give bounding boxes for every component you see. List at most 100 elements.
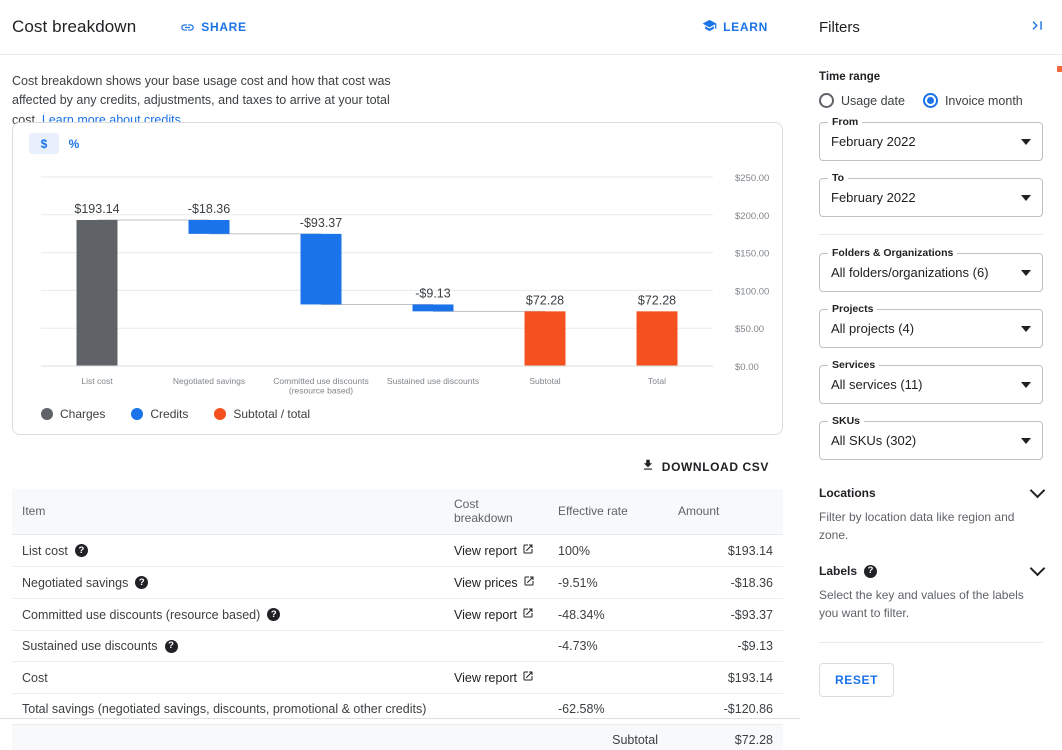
cell-item: Negotiated savings? <box>12 566 444 599</box>
filters-body: Time range Usage date Invoice month From… <box>800 55 1062 622</box>
cell-row-label: Subtotal <box>548 724 668 750</box>
bar-value-label: -$93.37 <box>300 216 342 230</box>
chart-bar[interactable] <box>76 219 118 366</box>
radio-invoice-month-label: Invoice month <box>944 93 1023 108</box>
radio-invoice-month[interactable]: Invoice month <box>922 93 1023 108</box>
locations-label: Locations <box>819 486 876 500</box>
bar-value-label: $193.14 <box>74 202 119 216</box>
cost-breakdown-page: Cost breakdown SHARE LEARN Cost breakdow… <box>0 0 1062 750</box>
labels-description: Select the key and values of the labels … <box>819 588 1024 620</box>
view-report-link[interactable]: View report <box>454 607 538 622</box>
table-row: Cost View report $193.14 <box>12 661 783 694</box>
radio-usage-date[interactable]: Usage date <box>819 93 905 108</box>
item-label-wrap: Negotiated savings? <box>22 576 434 590</box>
folders-orgs-select[interactable]: Folders & Organizations All folders/orga… <box>819 247 1043 292</box>
folders-orgs-legend: Folders & Organizations <box>828 247 958 259</box>
cell-amount: -$18.36 <box>668 566 783 599</box>
share-button[interactable]: SHARE <box>180 20 247 35</box>
projects-select[interactable]: Projects All projects (4) <box>819 303 1043 348</box>
chart-bar[interactable] <box>188 219 230 234</box>
main-pane: Cost breakdown SHARE LEARN Cost breakdow… <box>0 0 800 750</box>
locations-description: Filter by location data like region and … <box>819 510 1015 542</box>
x-tick-label: Subtotal <box>529 376 560 386</box>
cell-item: Total savings (negotiated savings, disco… <box>12 693 444 725</box>
chart-card: $ % $0.00 $50.00 $100.00 $150.00 $200.00 $250… <box>12 122 783 435</box>
labels-toggle[interactable]: Labels ? <box>819 560 1046 578</box>
folders-orgs-value: All folders/organizations (6) <box>831 265 989 280</box>
radio-usage-date-circle <box>819 93 834 108</box>
filters-title: Filters <box>819 18 860 36</box>
top-bar: Cost breakdown SHARE LEARN <box>0 0 800 55</box>
unit-percent-button[interactable]: % <box>59 133 89 154</box>
learn-button[interactable]: LEARN <box>702 18 768 36</box>
help-icon[interactable]: ? <box>164 639 178 653</box>
projects-legend: Projects <box>828 303 878 315</box>
chart-svg: $0.00 $50.00 $100.00 $150.00 $200.00 $250.00 $… <box>41 173 769 396</box>
column-header-amount: Amount <box>668 489 783 535</box>
x-tick-label: (resource based) <box>289 386 353 396</box>
services-select[interactable]: Services All services (11) <box>819 359 1043 404</box>
external-link-icon <box>522 607 534 622</box>
chart-bar[interactable] <box>300 233 342 305</box>
labels-section: Labels ? Select the key and values of th… <box>819 560 1046 622</box>
cell-cost-breakdown[interactable]: View report <box>444 598 548 631</box>
collapse-right-icon[interactable] <box>1029 17 1046 37</box>
projects-value: All projects (4) <box>831 321 915 336</box>
chart-bar[interactable] <box>636 311 678 366</box>
cell-cost-breakdown[interactable]: View report <box>444 661 548 694</box>
item-label-wrap: List cost? <box>22 544 434 558</box>
skus-value: All SKUs (302) <box>831 433 917 448</box>
x-tick-label: List cost <box>81 376 113 386</box>
cell-cost-breakdown[interactable]: View report <box>444 534 548 567</box>
reset-wrap: RESET <box>800 657 1062 697</box>
bar-value-label: -$18.36 <box>188 202 230 216</box>
cell-cost-breakdown <box>444 693 548 725</box>
skus-select[interactable]: SKUs All SKUs (302) <box>819 415 1043 460</box>
cell-amount: $72.28 <box>668 724 783 750</box>
cell-effective-rate: -9.51% <box>548 566 668 599</box>
from-month-legend: From <box>828 116 863 128</box>
locations-header-left: Locations <box>819 486 876 500</box>
view-report-link[interactable]: View report <box>454 543 538 558</box>
chevron-down-icon <box>1021 381 1031 388</box>
cell-cost-breakdown[interactable]: View prices <box>444 566 548 599</box>
chevron-down-icon <box>1029 482 1046 499</box>
to-month-legend: To <box>828 172 849 184</box>
table-row: Sustained use discounts? -4.73% -$9.13 <box>12 630 783 662</box>
filters-panel: Filters Time range Usage date Invoice mo… <box>800 0 1062 750</box>
unit-dollar-button[interactable]: $ <box>29 133 59 154</box>
chart-bar[interactable] <box>524 311 566 366</box>
help-icon[interactable]: ? <box>135 576 149 589</box>
chart-legend: Charges Credits Subtotal / total <box>41 407 310 421</box>
reset-button[interactable]: RESET <box>819 663 895 697</box>
from-month-select[interactable]: From February 2022 <box>819 116 1043 161</box>
unit-toggle-group: $ % <box>29 133 89 154</box>
locations-toggle[interactable]: Locations <box>819 482 1046 500</box>
cell-item <box>12 724 444 750</box>
to-month-select[interactable]: To February 2022 <box>819 172 1043 217</box>
time-range-radio-group: Usage date Invoice month <box>819 93 1043 108</box>
view-report-link[interactable]: View prices <box>454 575 538 590</box>
chevron-down-icon <box>1021 194 1031 201</box>
item-label: List cost <box>22 543 68 558</box>
help-icon[interactable]: ? <box>267 608 281 621</box>
help-icon[interactable]: ? <box>74 544 88 557</box>
labels-label: Labels <box>819 564 858 578</box>
edge-scrollbar[interactable] <box>1057 66 1062 72</box>
legend-label-subtotal: Subtotal / total <box>233 407 311 421</box>
page-description: Cost breakdown shows your base usage cos… <box>0 55 420 130</box>
download-csv-button[interactable]: DOWNLOAD CSV <box>641 458 769 475</box>
cell-effective-rate <box>548 661 668 694</box>
help-icon[interactable]: ? <box>864 564 878 578</box>
x-tick-label: Sustained use discounts <box>387 376 479 386</box>
item-label-wrap: Total savings (negotiated savings, disco… <box>22 702 434 716</box>
reset-divider <box>819 642 1043 643</box>
bar-value-label: $72.28 <box>638 293 676 307</box>
chart-bar[interactable] <box>412 304 454 312</box>
view-report-link[interactable]: View report <box>454 670 538 685</box>
radio-usage-date-label: Usage date <box>841 93 905 108</box>
cell-amount: -$93.37 <box>668 598 783 631</box>
chevron-down-icon <box>1021 325 1031 332</box>
x-tick-label: Total <box>648 376 666 386</box>
bar-value-label: -$9.13 <box>415 286 450 300</box>
